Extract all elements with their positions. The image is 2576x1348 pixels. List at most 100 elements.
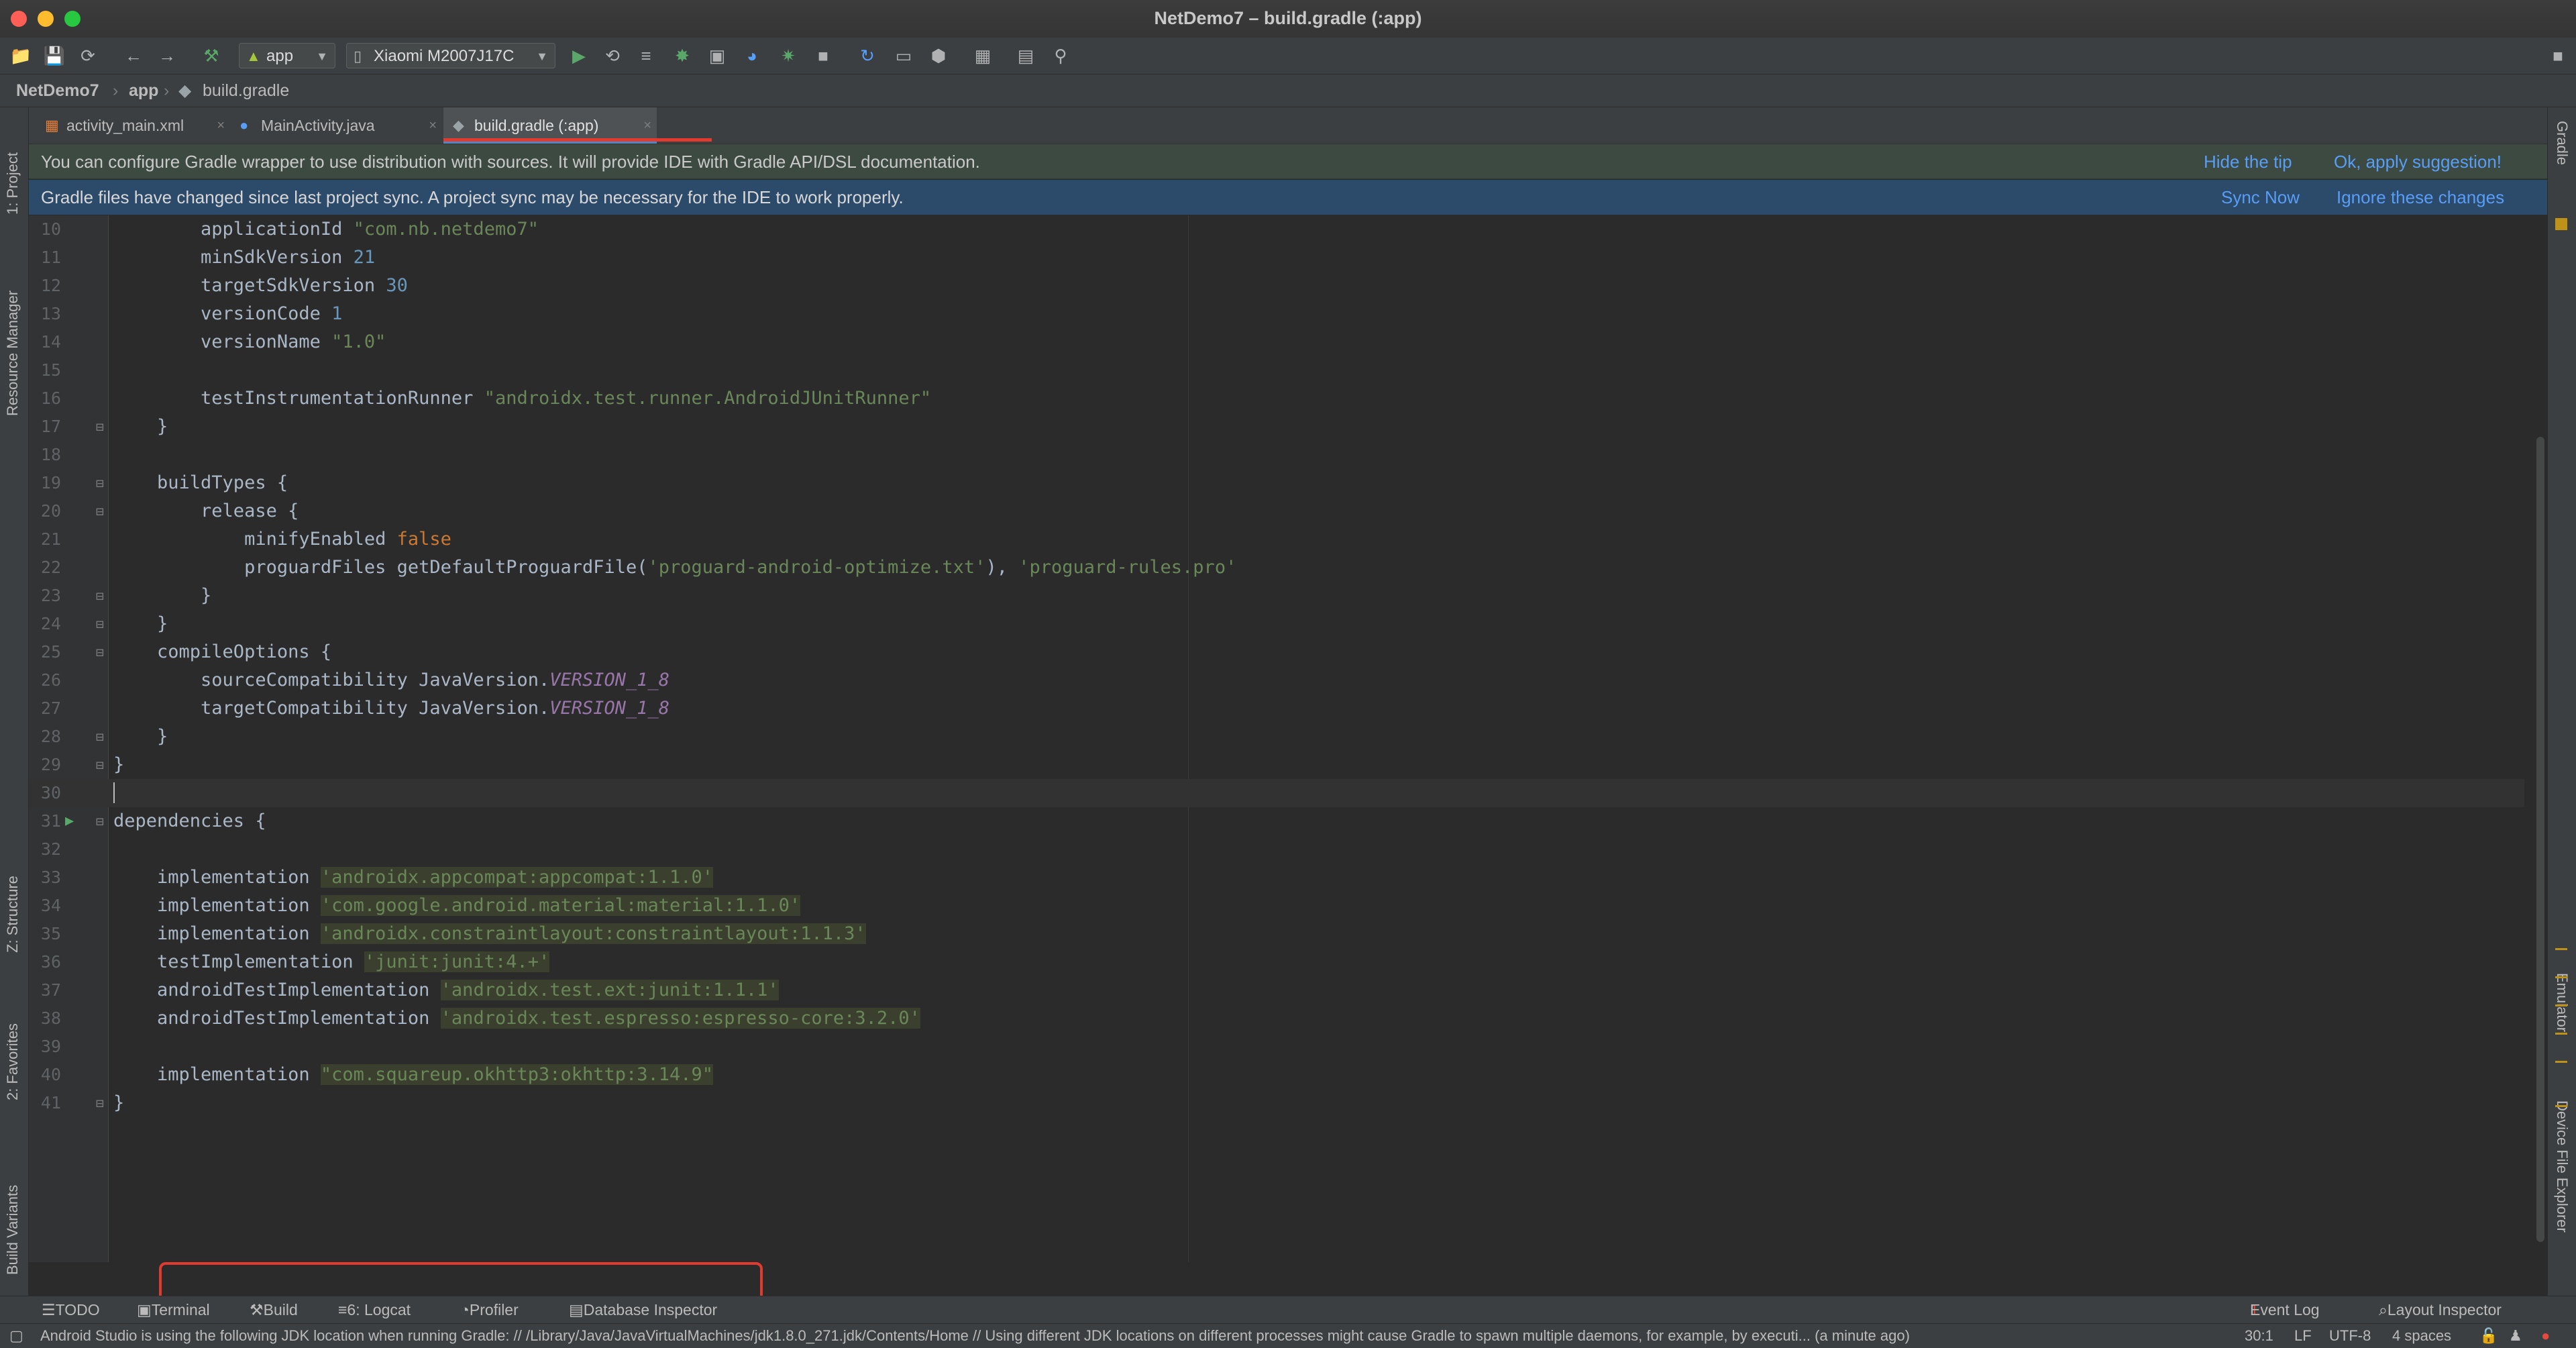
build-tool-button[interactable]: ⚒ Build <box>250 1296 298 1323</box>
tool-build-variants[interactable]: Build Variants <box>4 1185 21 1275</box>
code-line[interactable]: 11 minSdkVersion 21 <box>29 244 2524 272</box>
code-line[interactable]: 29 ⊟} <box>29 751 2524 779</box>
code-line[interactable]: 24 ⊟ } <box>29 610 2524 638</box>
code-line[interactable]: 27 targetCompatibility JavaVersion.VERSI… <box>29 694 2524 723</box>
profiler-tool-button[interactable]: ◔ Profiler <box>460 1296 519 1323</box>
code-line[interactable]: 22 proguardFiles getDefaultProguardFile(… <box>29 554 2524 582</box>
code-line[interactable]: 13 versionCode 1 <box>29 300 2524 328</box>
logcat-tool-button[interactable]: ≡ 6: Logcat <box>338 1296 411 1323</box>
line-separator[interactable]: LF <box>2294 1324 2312 1348</box>
error-stripe-marker[interactable] <box>2555 948 2567 950</box>
code-line[interactable]: 12 targetSdkVersion 30 <box>29 272 2524 300</box>
code-line[interactable]: 33 implementation 'androidx.appcompat:ap… <box>29 864 2524 892</box>
lock-icon[interactable]: 🔓 <box>2479 1324 2498 1348</box>
close-icon[interactable]: × <box>217 107 225 144</box>
error-stripe-marker[interactable] <box>2555 1004 2567 1006</box>
device-select[interactable]: ▯ Xiaomi M2007J17C ▼ <box>346 43 555 68</box>
code-line[interactable]: 32 <box>29 835 2524 864</box>
code-line[interactable]: 25 ⊟ compileOptions { <box>29 638 2524 666</box>
tool-gradle[interactable]: Gradle <box>2553 121 2571 165</box>
run-icon[interactable]: ▶ <box>568 44 590 67</box>
code-line[interactable]: 37 androidTestImplementation 'androidx.t… <box>29 976 2524 1004</box>
profile-gauge-icon[interactable]: ◕ <box>741 44 763 67</box>
fold-marker-icon[interactable]: ⊟ <box>96 469 104 497</box>
stop-icon[interactable]: ■ <box>812 44 835 67</box>
fold-marker-icon[interactable]: ⊟ <box>96 807 104 835</box>
code-line[interactable]: 40 implementation "com.squareup.okhttp3:… <box>29 1061 2524 1089</box>
indent-setting[interactable]: 4 spaces <box>2392 1324 2451 1348</box>
tool-structure[interactable]: Z: Structure <box>4 876 21 953</box>
code-line[interactable]: 14 versionName "1.0" <box>29 328 2524 356</box>
project-structure-icon[interactable]: ▦ <box>971 44 994 67</box>
tab-main-activity-java[interactable]: ● MainActivity.java × <box>230 107 442 144</box>
code-line[interactable]: 16 testInstrumentationRunner "androidx.t… <box>29 384 2524 413</box>
avd-manager-icon[interactable]: ▭ <box>892 44 915 67</box>
inspection-status-icon[interactable] <box>2555 218 2567 230</box>
coverage-icon[interactable]: ▣ <box>706 44 729 67</box>
breadcrumb-project[interactable]: NetDemo7 <box>16 74 99 107</box>
todo-tool-button[interactable]: ☰ TODO <box>42 1296 100 1323</box>
gradle-sync-icon[interactable]: ↻ <box>856 44 879 67</box>
editor-scrollbar[interactable] <box>2536 437 2544 1242</box>
fold-marker-icon[interactable]: ⊟ <box>96 638 104 666</box>
code-line[interactable]: 39 <box>29 1033 2524 1061</box>
hide-tip-link[interactable]: Hide the tip <box>2204 144 2292 179</box>
layout-inspector-tool-button[interactable]: ⌕ Layout Inspector <box>2379 1296 2502 1323</box>
tool-favorites[interactable]: 2: Favorites <box>4 1023 21 1100</box>
fold-marker-icon[interactable]: ⊟ <box>96 413 104 441</box>
ignore-changes-link[interactable]: Ignore these changes <box>2337 180 2504 215</box>
code-line[interactable]: 26 sourceCompatibility JavaVersion.VERSI… <box>29 666 2524 694</box>
fold-marker-icon[interactable]: ⊟ <box>96 582 104 610</box>
open-folder-icon[interactable]: 📁 <box>9 44 32 67</box>
debug-bug-icon[interactable]: ✸ <box>671 44 694 67</box>
layout-toggle-icon[interactable]: ▢ <box>9 1324 23 1348</box>
code-line[interactable]: 30 <box>29 779 2524 807</box>
apply-suggestion-link[interactable]: Ok, apply suggestion! <box>2334 144 2502 179</box>
run-gutter-icon[interactable]: ▶ <box>65 807 74 835</box>
error-stripe-marker[interactable] <box>2555 1033 2567 1035</box>
error-stripe-marker[interactable] <box>2555 1061 2567 1063</box>
breadcrumb-module[interactable]: app <box>129 74 158 107</box>
fold-marker-icon[interactable]: ⊟ <box>96 1089 104 1117</box>
code-line[interactable]: 10 applicationId "com.nb.netdemo7" <box>29 215 2524 244</box>
close-icon[interactable]: × <box>429 107 437 144</box>
search-icon[interactable]: ⚲ <box>1049 44 1072 67</box>
tool-device-file-explorer[interactable]: Device File Explorer <box>2553 1100 2571 1233</box>
sync-icon[interactable]: ⟳ <box>76 44 99 67</box>
code-line[interactable]: 34 implementation 'com.google.android.ma… <box>29 892 2524 920</box>
file-encoding[interactable]: UTF-8 <box>2329 1324 2371 1348</box>
tool-project[interactable]: 1: Project <box>4 152 21 215</box>
code-line[interactable]: 38 androidTestImplementation 'androidx.t… <box>29 1004 2524 1033</box>
fold-marker-icon[interactable]: ⊟ <box>96 751 104 779</box>
rerun-icon[interactable]: ⟲ <box>601 44 624 67</box>
code-editor[interactable]: 10 applicationId "com.nb.netdemo7" 11 min… <box>29 215 2567 1308</box>
terminal-window-icon[interactable]: ▤ <box>1014 44 1037 67</box>
error-stripe-marker[interactable] <box>2555 1105 2567 1107</box>
caret-position[interactable]: 30:1 <box>2245 1324 2273 1348</box>
forward-arrow-icon[interactable]: → <box>156 44 178 67</box>
code-line[interactable]: 17 ⊟ } <box>29 413 2524 441</box>
error-stripe-marker[interactable] <box>2555 976 2567 978</box>
error-indicator-icon[interactable]: ● <box>2541 1324 2550 1348</box>
code-line[interactable]: 15 <box>29 356 2524 384</box>
code-line[interactable]: 41 ⊟} <box>29 1089 2524 1117</box>
account-icon[interactable]: ■ <box>2546 44 2569 67</box>
attach-debugger-icon[interactable]: ✷ <box>777 44 800 67</box>
run-config-select[interactable]: ▲ app ▼ <box>239 43 335 68</box>
save-icon[interactable]: 💾 <box>43 44 66 67</box>
code-line[interactable]: 20 ⊟ release { <box>29 497 2524 525</box>
build-hammer-icon[interactable]: ⚒ <box>200 44 223 67</box>
back-arrow-icon[interactable]: ← <box>122 44 145 67</box>
code-line[interactable]: 21 minifyEnabled false <box>29 525 2524 554</box>
breadcrumb-file[interactable]: build.gradle <box>203 74 289 107</box>
code-line[interactable]: 31 ▶ ⊟ dependencies { <box>29 807 2524 835</box>
code-line[interactable]: 18 <box>29 441 2524 469</box>
database-inspector-tool-button[interactable]: ▤ Database Inspector <box>569 1296 717 1323</box>
code-line[interactable]: 19 ⊟ buildTypes { <box>29 469 2524 497</box>
tab-activity-main-xml[interactable]: ▦ activity_main.xml × <box>36 107 230 144</box>
code-line[interactable]: 36 testImplementation 'junit:junit:4.+' <box>29 948 2524 976</box>
code-line[interactable]: 35 implementation 'androidx.constraintla… <box>29 920 2524 948</box>
sdk-manager-icon[interactable]: ⬢ <box>927 44 950 67</box>
tool-emulator[interactable]: Emulator <box>2553 973 2571 1032</box>
status-message[interactable]: Android Studio is using the following JD… <box>40 1324 2214 1348</box>
